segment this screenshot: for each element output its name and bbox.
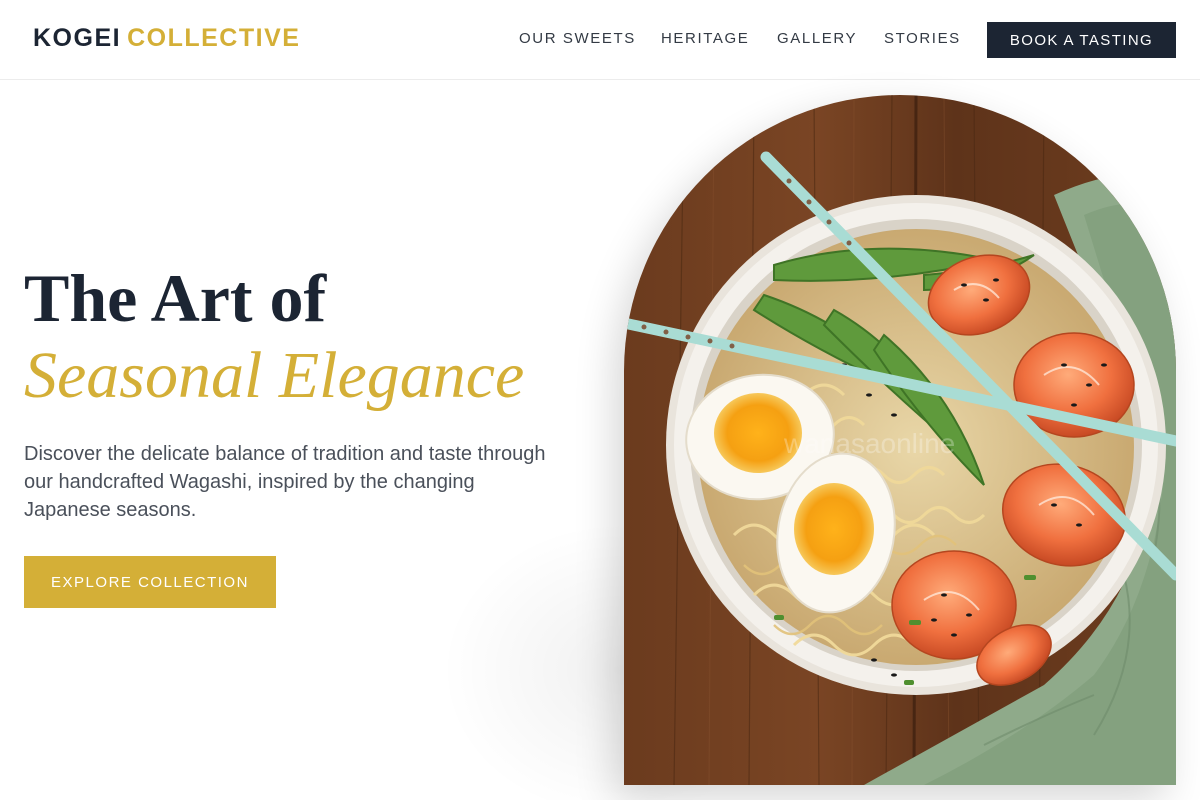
hero-subtitle: Seasonal Elegance [24, 339, 525, 412]
book-tasting-button[interactable]: BOOK A TASTING [987, 22, 1176, 58]
nav-heritage[interactable]: HERITAGE [661, 30, 749, 47]
image-watermark: wanasaonline [783, 428, 955, 459]
nav-stories[interactable]: STORIES [884, 30, 961, 47]
hero-description: Discover the delicate balance of traditi… [24, 443, 546, 521]
brand-name-part2: COLLECTIVE [127, 24, 301, 52]
hero-title: The Art of [24, 260, 327, 336]
brand-name-part1: KOGEI [33, 24, 122, 52]
nav-our-sweets[interactable]: OUR SWEETS [519, 30, 636, 47]
explore-collection-button[interactable]: EXPLORE COLLECTION [24, 556, 276, 608]
brand-logo[interactable]: KOGEI COLLECTIVE [33, 24, 300, 53]
nav-gallery[interactable]: GALLERY [777, 30, 857, 47]
hero-image: wanasaonline [624, 95, 1176, 785]
ramen-bowl-illustration: wanasaonline [624, 95, 1176, 785]
site-header: KOGEI COLLECTIVE OUR SWEETS HERITAGE GALL… [0, 0, 1200, 80]
